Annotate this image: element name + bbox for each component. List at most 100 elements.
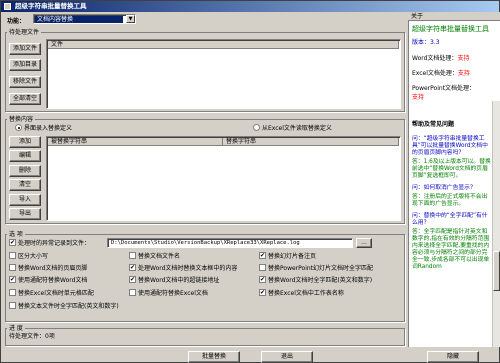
function-select[interactable]: 文档内容替换 ▼ xyxy=(33,14,136,24)
checkbox-box[interactable] xyxy=(9,252,16,259)
title-bar[interactable]: 超级字符串批量替换工具 xyxy=(1,1,499,12)
browse-button[interactable]: ... xyxy=(356,238,372,248)
option-label: 替换幻灯片备注页 xyxy=(268,253,317,260)
app-icon xyxy=(4,3,11,10)
faq-q1[interactable]: 问：“超级字符串批量替换工具”可以批量替换Word文档中的页眉页脚内容吗？ xyxy=(408,136,492,157)
add-file-button[interactable]: 添加文件 xyxy=(9,43,41,55)
file-list[interactable]: 文件 xyxy=(46,39,401,109)
faq-q3[interactable]: 问：替换中的“全字匹配”有什么用？ xyxy=(408,213,492,227)
radio-excel-label: 从Excel文件读取替换定义 xyxy=(262,125,332,132)
function-label: 功能： xyxy=(7,18,26,25)
faq-scroll-thumb[interactable] xyxy=(493,251,500,291)
option-checkbox-5[interactable]: 替换PowerPoint幻灯片文档时全字匹配 xyxy=(259,264,373,273)
option-checkbox-1[interactable]: 替换文档文件名 xyxy=(129,252,180,261)
hide-button[interactable]: 隐藏 xyxy=(427,351,479,363)
excel-support-status: 支持 xyxy=(457,70,470,77)
option-checkbox-6[interactable]: 使用通配符替换Word文档 xyxy=(9,276,87,285)
option-checkbox-12[interactable]: 替换文本文件时全字匹配(英文和数字) xyxy=(9,302,119,311)
option-label: 替换Excel文档时单元格匹配 xyxy=(18,290,94,297)
checkbox-box[interactable] xyxy=(9,289,16,296)
faq-a1: 答：1.6及以上版本可以。替换前选中“替换Word文档的页眉页脚”复选框即可。 xyxy=(412,159,491,179)
faq-scrollbar[interactable] xyxy=(492,101,500,347)
option-label: 替换文档文件名 xyxy=(138,253,181,260)
faq-q2[interactable]: 问：如何取消广告显示？ xyxy=(408,185,492,192)
option-label: 替换PowerPoint幻灯片文档时全字匹配 xyxy=(268,265,374,272)
option-checkbox-10[interactable]: 使用通配符替换Excel文档 xyxy=(129,289,208,298)
checkbox-box[interactable] xyxy=(129,264,136,271)
option-checkbox-11[interactable]: 替换Excel文档中工作表名称 xyxy=(259,289,344,298)
progress-status: 待处理文件：0项 xyxy=(9,333,55,340)
option-checkbox-3[interactable]: 替换Word文档的页眉页脚 xyxy=(9,264,87,273)
checkbox-box[interactable] xyxy=(259,252,266,259)
about-header: 关于 xyxy=(408,12,500,21)
about-title: 超级字符串批量替换工具 xyxy=(412,25,489,33)
radio-excel-input[interactable]: 从Excel文件读取替换定义 xyxy=(253,124,332,133)
checkbox-box[interactable] xyxy=(9,264,16,271)
option-label: 替换Excel文档中工作表名称 xyxy=(268,290,344,297)
replace-group-label: 替换内容 xyxy=(7,116,36,123)
option-checkbox-0[interactable]: 区分大小写 xyxy=(9,252,48,261)
checkbox-box[interactable] xyxy=(259,289,266,296)
replace-column-header[interactable]: 替换字符串 xyxy=(223,138,399,146)
about-version: 版本：3.3 xyxy=(412,39,440,46)
exit-button[interactable]: 退出 xyxy=(261,351,313,363)
log-checkbox[interactable]: 处理时的异常记录到文件： xyxy=(9,239,90,248)
faq-panel: 帮助及常见问题 问：“超级字符串批量替换工具”可以批量替换Word文档中的页眉页… xyxy=(408,119,492,347)
remove-file-button[interactable]: 移除文件 xyxy=(9,76,41,88)
checkbox-box[interactable] xyxy=(9,276,16,283)
checkbox-box[interactable] xyxy=(9,302,16,309)
about-content: 超级字符串批量替换工具 版本：3.3 Word文档处理：支持 Excel文档处理… xyxy=(412,25,490,101)
export-button[interactable]: 导出 xyxy=(9,208,41,220)
option-label: 替换文本文件时全字匹配(英文和数字) xyxy=(18,303,119,310)
log-label: 处理时的异常记录到文件： xyxy=(18,240,91,247)
ppt-support-status: 支持 xyxy=(412,94,425,101)
edit-rule-button[interactable]: 编辑 xyxy=(9,150,41,162)
option-label: 替换Word文档时全字匹配(英文和数字) xyxy=(268,277,373,284)
option-label: 区分大小写 xyxy=(18,253,49,260)
rule-list[interactable]: 被替换字符串 替换字符串 xyxy=(46,136,401,221)
batch-replace-button[interactable]: 批量替换 xyxy=(188,351,240,363)
main-window: 超级字符串批量替换工具 功能： 文档内容替换 ▼ 待处理文件 添加文件 添加目录… xyxy=(0,0,500,363)
add-rule-button[interactable]: 添加 xyxy=(9,136,41,148)
function-select-value: 文档内容替换 xyxy=(35,16,123,23)
log-path-value: D:\Documents\Studio\VersionBackup\XRepla… xyxy=(111,240,300,246)
ppt-support-label: PowerPoint文档处理： xyxy=(412,85,476,92)
option-label: 使用通配符替换Excel文档 xyxy=(138,290,208,297)
word-support-label: Word文档处理： xyxy=(412,55,458,62)
faq-a3: 答：全字匹配是指针对英文和数字的,指在有效的分隔符范围内来选择全字匹配,要重找的… xyxy=(412,229,490,270)
delete-rule-button[interactable]: 删除 xyxy=(9,165,41,177)
option-checkbox-7[interactable]: 替换Word文档中的超链接地址 xyxy=(129,276,219,285)
find-column-header[interactable]: 被替换字符串 xyxy=(48,138,223,146)
clear-rules-button[interactable]: 清空 xyxy=(9,179,41,191)
options-group-label: 选 项 xyxy=(7,231,25,238)
import-button[interactable]: 导入 xyxy=(9,194,41,206)
option-checkbox-8[interactable]: 替换Word文档时全字匹配(英文和数字) xyxy=(259,276,372,285)
file-column-header[interactable]: 文件 xyxy=(48,41,399,49)
faq-a2: 答：注册后的正式版将不会出现下面的广告显示。 xyxy=(412,194,488,207)
radio-interface-label: 界面录入替换定义 xyxy=(24,125,73,132)
progress-group xyxy=(5,328,405,346)
option-checkbox-4[interactable]: 处理Word文档时替换文本框中的内容 xyxy=(129,264,237,273)
option-label: 替换Word文档中的超链接地址 xyxy=(138,277,220,284)
add-folder-button[interactable]: 添加目录 xyxy=(9,59,41,71)
files-group-label: 待处理文件 xyxy=(7,29,42,36)
window-title: 超级字符串批量替换工具 xyxy=(15,2,87,10)
log-path-input[interactable]: D:\Documents\Studio\VersionBackup\XRepla… xyxy=(107,238,353,248)
progress-group-label: 进 度 xyxy=(7,325,25,332)
clear-files-button[interactable]: 全部清空 xyxy=(9,93,41,105)
word-support-status: 支持 xyxy=(457,55,470,62)
checkbox-box[interactable] xyxy=(259,264,266,271)
faq-title: 帮助及常见问题 xyxy=(412,121,455,128)
chevron-down-icon[interactable]: ▼ xyxy=(126,15,135,23)
radio-interface-input[interactable]: 界面录入替换定义 xyxy=(15,124,72,133)
option-label: 替换Word文档的页眉页脚 xyxy=(18,265,88,272)
checkbox-box[interactable] xyxy=(129,252,136,259)
option-checkbox-2[interactable]: 替换幻灯片备注页 xyxy=(259,252,316,261)
checkbox-box[interactable] xyxy=(259,276,266,283)
option-label: 使用通配符替换Word文档 xyxy=(18,277,88,284)
option-label: 处理Word文档时替换文本框中的内容 xyxy=(138,265,238,272)
excel-support-label: Excel文档处理： xyxy=(412,70,458,77)
checkbox-box[interactable] xyxy=(129,276,136,283)
option-checkbox-9[interactable]: 替换Excel文档时单元格匹配 xyxy=(9,289,94,298)
checkbox-box[interactable] xyxy=(129,289,136,296)
